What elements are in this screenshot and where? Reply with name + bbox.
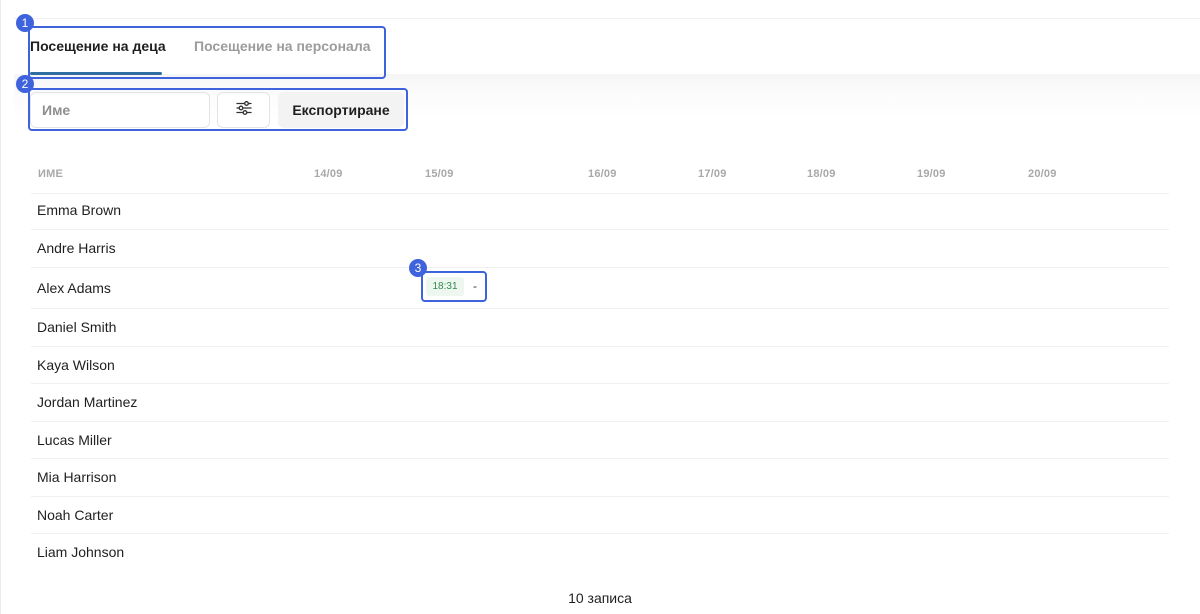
child-name: Emma Brown	[37, 202, 122, 218]
column-header-date: 14/09	[314, 168, 343, 180]
tab-staff-attendance[interactable]: Посещение на персонала	[194, 30, 371, 76]
row-divider	[31, 229, 1169, 230]
row-divider	[31, 383, 1169, 384]
top-divider	[14, 18, 1200, 19]
column-header-date: 18/09	[807, 168, 836, 180]
child-name: Liam Johnson	[37, 544, 125, 560]
row-divider	[31, 308, 1169, 309]
row-divider	[31, 346, 1169, 347]
child-name: Alex Adams	[37, 280, 111, 296]
filter-button[interactable]	[217, 92, 270, 128]
row-divider	[31, 496, 1169, 497]
child-name: Noah Carter	[37, 507, 114, 523]
active-tab-indicator	[30, 72, 162, 75]
record-count: 10 записа	[568, 590, 632, 606]
attendance-tabs: Посещение на деца Посещение на персонала	[30, 30, 371, 76]
sliders-icon	[235, 100, 252, 120]
row-divider	[31, 193, 1169, 194]
child-name: Jordan Martinez	[37, 394, 138, 410]
column-header-date: 19/09	[917, 168, 946, 180]
row-divider	[31, 421, 1169, 422]
child-name: Daniel Smith	[37, 319, 117, 335]
column-header-date: 15/09	[425, 168, 454, 180]
tab-label: Посещение на деца	[30, 38, 166, 54]
child-name: Kaya Wilson	[37, 357, 115, 373]
check-out-time[interactable]: -	[473, 279, 477, 293]
child-name: Lucas Miller	[37, 432, 112, 448]
annotation-badge: 2	[16, 75, 34, 93]
row-divider	[31, 267, 1169, 268]
child-name: Mia Harrison	[37, 469, 117, 485]
tab-label: Посещение на персонала	[194, 38, 371, 54]
annotation-badge: 3	[409, 259, 427, 277]
row-divider	[31, 533, 1169, 534]
column-header-date: 16/09	[588, 168, 617, 180]
name-search-input[interactable]	[30, 92, 210, 128]
column-header-name: ИМЕ	[38, 168, 64, 180]
page-left-border	[0, 0, 1, 614]
row-divider	[31, 458, 1169, 459]
column-header-date: 20/09	[1028, 168, 1057, 180]
tab-children-attendance[interactable]: Посещение на деца	[30, 30, 166, 76]
annotation-badge: 1	[16, 14, 34, 32]
export-button[interactable]: Експортиране	[278, 92, 404, 128]
child-name: Andre Harris	[37, 240, 116, 256]
column-header-date: 17/09	[698, 168, 727, 180]
check-in-time[interactable]: 18:31	[426, 277, 464, 296]
